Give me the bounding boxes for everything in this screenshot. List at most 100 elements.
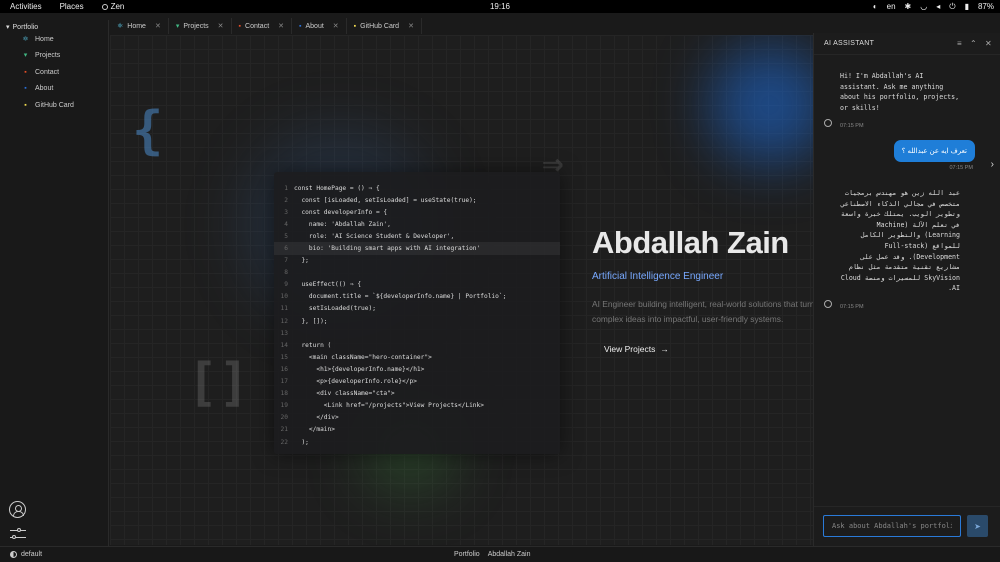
editor-window: ▾ Portfolio ⚛ Home ▾ Projects ▪ Contact ▪ About…: [0, 13, 1000, 562]
power-icon[interactable]: ⏻: [949, 2, 955, 12]
css3-icon: ▪: [299, 22, 302, 30]
code-line: 9 useEffect(() ⇒ {: [274, 279, 560, 291]
line-number: 5: [284, 232, 288, 240]
assistant-message: Hi! I'm Abdallah's AI assistant. Ask me …: [840, 72, 960, 112]
profile-label: default: [21, 551, 43, 558]
editor-preview: { [] ⇒ 1 const HomePage = () ⇒ {2 const […: [110, 35, 813, 545]
sidebar-item-about[interactable]: ▪ About: [0, 81, 108, 98]
code-text: }, []);: [294, 317, 328, 325]
tab-projects[interactable]: ▾ Projects ✕: [169, 18, 232, 34]
bluetooth-icon[interactable]: ✱: [905, 2, 912, 11]
close-tab-icon[interactable]: ✕: [333, 22, 339, 30]
line-number: 15: [280, 353, 288, 361]
hero-description: AI Engineer building intelligent, real-w…: [592, 299, 813, 324]
line-number: 10: [280, 293, 288, 301]
places-menu[interactable]: Places: [60, 2, 84, 11]
profile-indicator[interactable]: default: [10, 551, 42, 558]
code-text: </main>: [294, 426, 335, 434]
vue-icon: ▾: [23, 52, 28, 60]
code-line: 3 const developerInfo = {: [274, 206, 560, 218]
ai-panel-header: AI ASSISTANT ≡ ⌃ ✕: [814, 33, 1000, 55]
tab-label: Projects: [183, 22, 209, 30]
line-number: 11: [280, 305, 288, 313]
sidebar-item-label: About: [35, 85, 54, 93]
tab-label: Contact: [245, 22, 270, 30]
send-icon[interactable]: ➤: [967, 515, 988, 537]
react-icon: ⚛: [22, 35, 29, 43]
sidebar-item-label: Contact: [35, 68, 60, 76]
bot-icon: [824, 300, 832, 308]
code-text: <h1>{developerInfo.name}</h1>: [294, 365, 425, 373]
clock[interactable]: 19:16: [490, 2, 510, 11]
bracket-decoration: []: [187, 353, 250, 413]
close-tab-icon[interactable]: ✕: [408, 22, 414, 30]
screenshot-icon[interactable]: ◐: [873, 2, 878, 11]
close-tab-icon[interactable]: ✕: [278, 22, 284, 30]
tab-github-card[interactable]: ▪ GitHub Card ✕: [347, 18, 422, 34]
system-top-bar: Activities Places Zen 19:16 ◐ en ✱ ◡ ◂ ⏻…: [0, 0, 1000, 13]
wifi-icon[interactable]: ◡: [920, 2, 927, 11]
line-number: 7: [284, 257, 288, 265]
code-text: </div>: [294, 414, 339, 422]
theme-icon: [10, 551, 17, 558]
html5-icon: ▪: [24, 68, 27, 76]
app-name: Zen: [110, 2, 125, 11]
sidebar-item-projects[interactable]: ▾ Projects: [0, 48, 108, 65]
message-timestamp: 07:15 PM: [840, 304, 864, 310]
keyboard-layout[interactable]: en: [887, 2, 896, 11]
code-line: 20 </div>: [274, 412, 560, 424]
close-tab-icon[interactable]: ✕: [218, 22, 224, 30]
assistant-message: عبد الله زين هو مهندس برمجيات متخصص في م…: [840, 189, 960, 293]
settings-sliders-icon[interactable]: [10, 527, 26, 541]
sidebar-item-home[interactable]: ⚛ Home: [0, 31, 108, 48]
battery-icon[interactable]: ▮: [965, 2, 969, 11]
tab-label: GitHub Card: [360, 22, 400, 30]
app-menu[interactable]: Zen: [101, 2, 125, 11]
line-number: 2: [284, 196, 288, 204]
react-icon: ⚛: [117, 23, 124, 30]
tab-bar: ⚛ Home ✕ ▾ Projects ✕ ▪ Contact ✕ ▪ About ✕ ▪ GitHub …: [110, 18, 813, 34]
view-projects-label: View Projects: [604, 344, 656, 354]
chevron-up-icon[interactable]: ⌃: [970, 39, 977, 48]
ai-input-area: ➤: [814, 506, 1000, 546]
code-line: 2 const [isLoaded, setIsLoaded] = useSta…: [274, 194, 560, 206]
code-text: name: 'Abdallah Zain',: [294, 220, 391, 228]
html5-icon: ▪: [238, 22, 242, 30]
code-text: document.title = `${developerInfo.name} …: [294, 293, 507, 301]
volume-icon[interactable]: ◂: [936, 2, 940, 11]
close-icon[interactable]: ✕: [985, 39, 992, 48]
curly-brace-decoration: {: [132, 101, 164, 161]
message-timestamp: 07:15 PM: [840, 123, 864, 129]
line-number: 22: [280, 438, 288, 446]
breadcrumb-name[interactable]: Abdallah Zain: [488, 551, 531, 558]
account-icon[interactable]: [9, 501, 26, 518]
sidebar-item-contact[interactable]: ▪ Contact: [0, 64, 108, 81]
view-projects-link[interactable]: View Projects →: [604, 344, 669, 354]
css3-icon: ▪: [24, 85, 27, 93]
tab-home[interactable]: ⚛ Home ✕: [110, 18, 169, 34]
tab-contact[interactable]: ▪ Contact ✕: [232, 18, 293, 34]
line-number: 6: [284, 245, 288, 253]
explorer-root-label: Portfolio: [12, 23, 39, 31]
breadcrumb: Portfolio Abdallah Zain: [454, 551, 531, 558]
breadcrumb-portfolio[interactable]: Portfolio: [454, 551, 480, 558]
close-tab-icon[interactable]: ✕: [155, 22, 161, 30]
code-line: 12 }, []);: [274, 315, 560, 327]
code-line: 22 );: [274, 436, 560, 448]
code-line: 10 document.title = `${developerInfo.nam…: [274, 291, 560, 303]
tab-about[interactable]: ▪ About ✕: [292, 18, 347, 34]
chevron-right-icon[interactable]: ›: [991, 159, 994, 170]
code-line: 18 <div className="cta">: [274, 388, 560, 400]
sidebar-item-github-card[interactable]: ▪ GitHub Card: [0, 97, 108, 114]
user-message: تعرف ايه عن عبدالله ؟: [893, 140, 975, 162]
ai-chat-input[interactable]: [823, 515, 961, 537]
tab-label: Home: [127, 22, 146, 30]
explorer-root-folder[interactable]: ▾ Portfolio: [0, 20, 108, 32]
menu-icon[interactable]: ≡: [957, 39, 962, 48]
code-line: 7 };: [274, 255, 560, 267]
code-line: 5 role: 'AI Science Student & Developer'…: [274, 230, 560, 242]
activities-button[interactable]: Activities: [10, 2, 42, 11]
arrow-right-icon: →: [660, 344, 669, 354]
line-number: 13: [280, 329, 288, 337]
line-number: 12: [280, 317, 288, 325]
